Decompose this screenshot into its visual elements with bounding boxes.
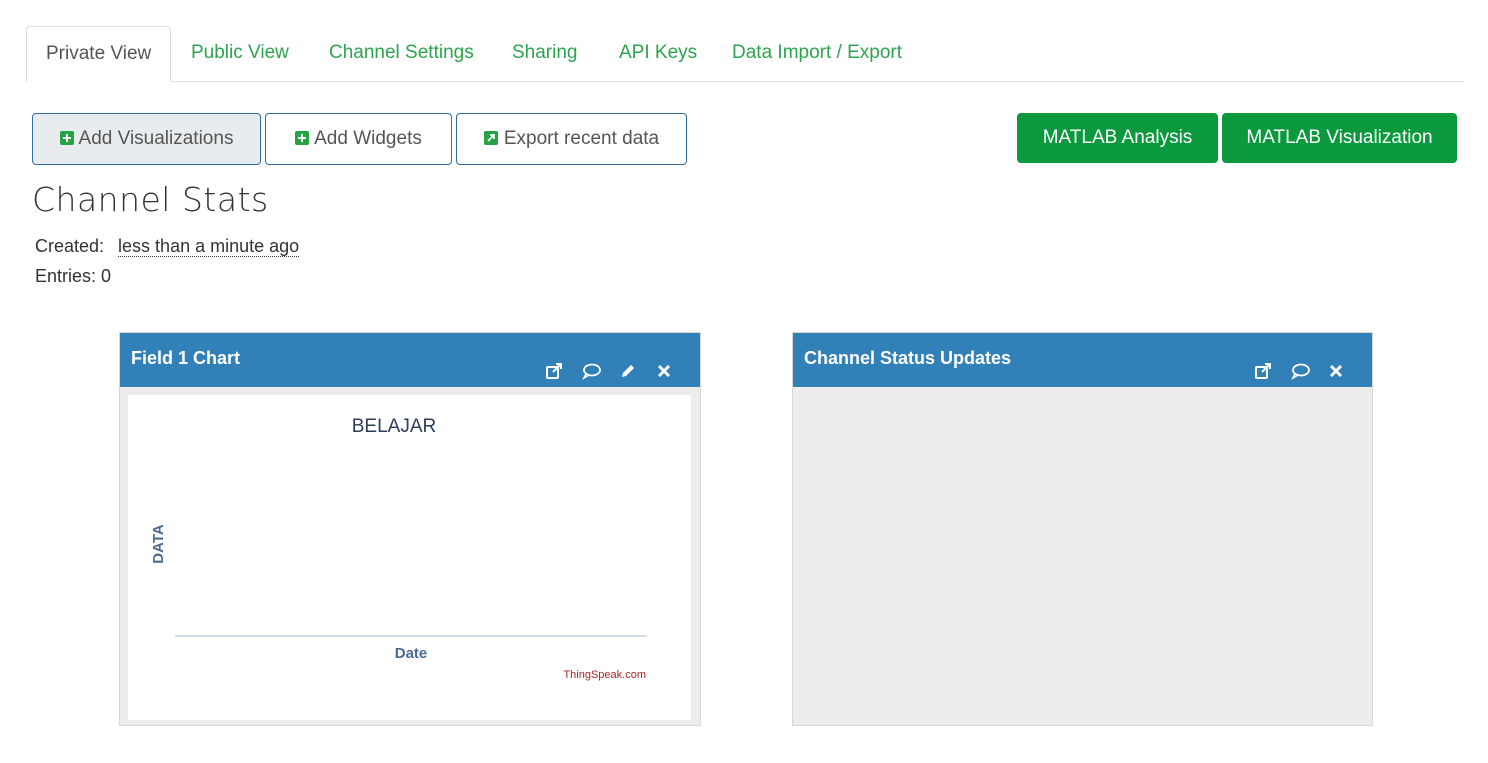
panel-header: Field 1 Chart xyxy=(120,333,700,387)
plus-icon xyxy=(59,131,74,145)
add-widgets-button[interactable]: Add Widgets xyxy=(265,113,452,165)
chart-credit-link[interactable]: ThingSpeak.com xyxy=(563,669,646,681)
entries-stat: Entries: 0 xyxy=(35,266,112,286)
panel-title: Channel Status Updates xyxy=(804,348,1012,368)
y-axis-label: DATA xyxy=(150,524,167,564)
add-visualizations-button[interactable]: Add Visualizations xyxy=(32,113,261,165)
external-link-icon[interactable] xyxy=(545,349,565,379)
tab-private-view[interactable]: Private View xyxy=(26,26,172,82)
comment-icon[interactable] xyxy=(1291,349,1311,381)
add-widgets-label: Add Widgets xyxy=(314,128,422,149)
add-visualizations-label: Add Visualizations xyxy=(78,128,234,149)
edit-icon[interactable] xyxy=(619,349,639,377)
field-1-chart: BELAJAR DATA Date ThingSpeak.com xyxy=(128,395,691,720)
created-label: Created: xyxy=(35,236,105,256)
channel-stats-title: Channel Stats xyxy=(32,180,269,219)
export-recent-data-button[interactable]: Export recent data xyxy=(456,113,687,165)
matlab-visualization-button[interactable]: MATLAB Visualization xyxy=(1222,113,1457,163)
field-1-chart-panel: Field 1 Chart BELAJAR DATA Date ThingSpe… xyxy=(119,332,701,726)
channel-status-updates-panel: Channel Status Updates xyxy=(792,332,1373,726)
tab-api-keys[interactable]: API Keys xyxy=(619,26,697,82)
chart-title: BELAJAR xyxy=(352,416,436,437)
tab-public-view[interactable]: Public View xyxy=(191,26,289,82)
tab-channel-settings[interactable]: Channel Settings xyxy=(329,26,474,82)
export-arrow-icon xyxy=(483,131,498,145)
panel-header: Channel Status Updates xyxy=(793,333,1372,387)
close-icon[interactable] xyxy=(656,349,676,378)
comment-icon[interactable] xyxy=(582,349,602,381)
matlab-analysis-button[interactable]: MATLAB Analysis xyxy=(1017,113,1218,163)
x-axis-label: Date xyxy=(395,645,428,662)
tab-data-import-export[interactable]: Data Import / Export xyxy=(732,26,902,82)
export-recent-data-label: Export recent data xyxy=(503,128,660,149)
tab-sharing[interactable]: Sharing xyxy=(512,26,578,82)
close-icon[interactable] xyxy=(1328,349,1348,378)
plus-icon xyxy=(295,131,310,145)
created-value: less than a minute ago xyxy=(118,236,300,257)
chart-svg: BELAJAR DATA Date ThingSpeak.com xyxy=(150,416,647,681)
panel-title: Field 1 Chart xyxy=(131,348,241,368)
created-stat: Created: less than a minute ago xyxy=(35,236,300,257)
external-link-icon[interactable] xyxy=(1254,349,1274,379)
channel-tabs: Private View Public View Channel Setting… xyxy=(26,26,1464,82)
